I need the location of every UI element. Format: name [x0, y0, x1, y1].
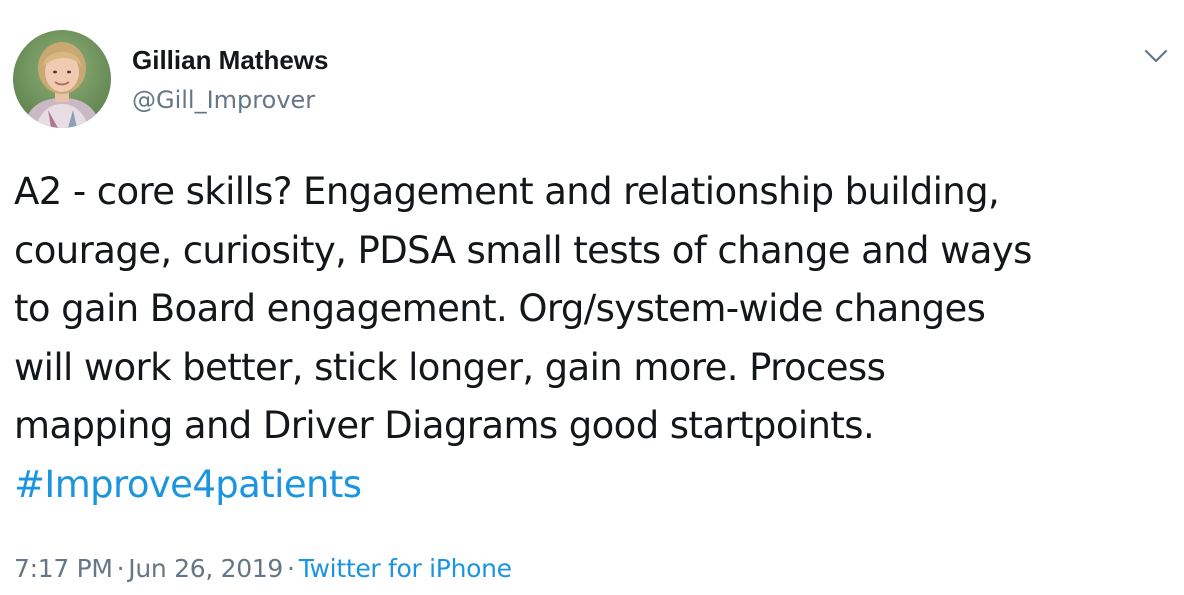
tweet-time[interactable]: 7:17 PM [14, 554, 113, 583]
tweet-text-line: courage, curiosity, PDSA small tests of … [14, 228, 1032, 272]
tweet-text: A2 - core skills? Engagement and relatio… [14, 163, 1174, 514]
chevron-down-icon[interactable] [1140, 40, 1172, 72]
meta-separator: · [287, 554, 295, 583]
meta-separator: · [116, 554, 125, 583]
tweet-card: Gillian Mathews @Gill_Improver A2 - core… [0, 0, 1184, 595]
tweet-metadata: 7:17 PM · Jun 26, 2019 · Twitter for iPhone [14, 551, 512, 587]
author-handle[interactable]: @Gill_Improver [132, 84, 315, 116]
tweet-source-link[interactable]: Twitter for iPhone [299, 554, 512, 583]
hashtag-link[interactable]: #Improve4patients [14, 463, 362, 506]
tweet-text-line: A2 - core skills? Engagement and relatio… [14, 170, 1000, 213]
avatar-photo [13, 30, 111, 128]
tweet-text-line: will work better, stick longer, gain mor… [14, 345, 886, 389]
avatar[interactable] [13, 30, 111, 128]
tweet-text-line: to gain Board engagement. Org/system-wid… [14, 287, 986, 330]
tweet-text-line: mapping and Driver Diagrams good startpo… [14, 404, 875, 447]
author-display-name[interactable]: Gillian Mathews [132, 44, 329, 76]
tweet-date[interactable]: Jun 26, 2019 [128, 554, 283, 583]
